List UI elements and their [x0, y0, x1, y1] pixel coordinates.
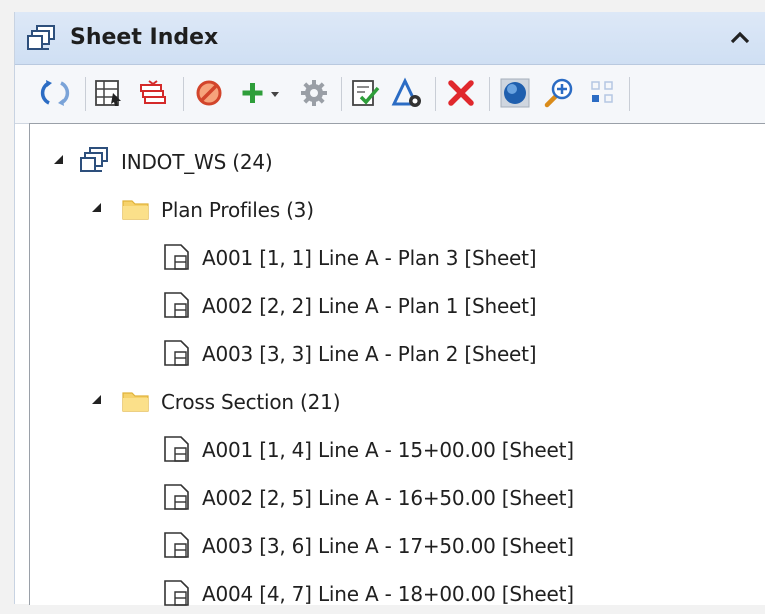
sheet-label: A001 [1, 1] Line A - Plan 3 [Sheet] [202, 246, 537, 270]
sheet-file-icon [164, 244, 189, 270]
sheet-tree: INDOT_WS (24) Plan Profiles (3) A001 [1,… [29, 123, 765, 606]
expand-triangle-icon[interactable] [54, 155, 63, 164]
tree-root-label: INDOT_WS (24) [121, 150, 273, 174]
sheet-index-icon [27, 25, 55, 50]
tree-sheet-item[interactable]: A001 [1, 1] Line A - Plan 3 [Sheet] [30, 236, 730, 278]
sheet-file-icon [164, 436, 189, 462]
toolbar-separator [489, 77, 490, 111]
refresh-icon[interactable] [39, 77, 71, 109]
sheet-label: A001 [1, 4] Line A - 15+00.00 [Sheet] [202, 438, 574, 462]
tree-sheet-item[interactable]: A002 [2, 5] Line A - 16+50.00 [Sheet] [30, 476, 730, 518]
collapse-chevron-icon[interactable] [727, 26, 753, 50]
add-dropdown-icon[interactable] [241, 77, 285, 109]
folder-icon [122, 200, 149, 220]
delete-icon[interactable] [445, 77, 477, 109]
tree-sheet-item[interactable]: A002 [2, 2] Line A - Plan 1 [Sheet] [30, 284, 730, 326]
panel-header: Sheet Index [15, 12, 765, 65]
sheet-file-icon [164, 340, 189, 366]
sheet-file-icon [164, 532, 189, 558]
cancel-circle-icon[interactable] [193, 77, 225, 109]
triangle-tool-icon[interactable] [391, 77, 423, 109]
sheet-index-panel: Sheet Index INDOT_WS (24) Plan Profiles … [14, 12, 765, 606]
tree-sheet-item[interactable]: A004 [4, 7] Line A - 18+00.00 [Sheet] [30, 572, 730, 614]
tree-sheet-item[interactable]: A003 [3, 3] Line A - Plan 2 [Sheet] [30, 332, 730, 374]
toolbar-separator [183, 77, 184, 111]
multi-sheet-icon[interactable] [137, 77, 169, 109]
toolbar-separator [85, 77, 86, 111]
folder-label: Plan Profiles (3) [161, 198, 314, 222]
zoom-in-icon[interactable] [543, 77, 575, 109]
sheet-label: A002 [2, 5] Line A - 16+50.00 [Sheet] [202, 486, 574, 510]
toolbar-separator [629, 77, 630, 111]
check-document-icon[interactable] [349, 77, 381, 109]
tree-sheet-item[interactable]: A001 [1, 4] Line A - 15+00.00 [Sheet] [30, 428, 730, 470]
expand-triangle-icon[interactable] [92, 203, 101, 212]
sheet-label: A003 [3, 6] Line A - 17+50.00 [Sheet] [202, 534, 574, 558]
toolbar-separator [341, 77, 342, 111]
globe-icon[interactable] [499, 77, 531, 109]
sheet-layout-icon[interactable] [93, 77, 125, 109]
sheet-label: A004 [4, 7] Line A - 18+00.00 [Sheet] [202, 582, 574, 606]
toolbar [15, 65, 765, 124]
folder-icon [122, 392, 149, 412]
sheet-label: A002 [2, 2] Line A - Plan 1 [Sheet] [202, 294, 537, 318]
settings-gear-icon[interactable] [298, 77, 330, 109]
grid-dots-icon[interactable] [587, 77, 619, 109]
tree-root-node[interactable]: INDOT_WS (24) [30, 140, 730, 182]
tree-folder-plan-profiles[interactable]: Plan Profiles (3) [30, 188, 730, 230]
sheet-label: A003 [3, 3] Line A - Plan 2 [Sheet] [202, 342, 537, 366]
folder-label: Cross Section (21) [161, 390, 341, 414]
tree-sheet-item[interactable]: A003 [3, 6] Line A - 17+50.00 [Sheet] [30, 524, 730, 566]
expand-triangle-icon[interactable] [92, 395, 101, 404]
tree-folder-cross-section[interactable]: Cross Section (21) [30, 380, 730, 422]
sheet-file-icon [164, 292, 189, 318]
panel-title: Sheet Index [70, 25, 219, 50]
toolbar-separator [435, 77, 436, 111]
sheet-index-icon [80, 147, 108, 172]
sheet-file-icon [164, 484, 189, 510]
